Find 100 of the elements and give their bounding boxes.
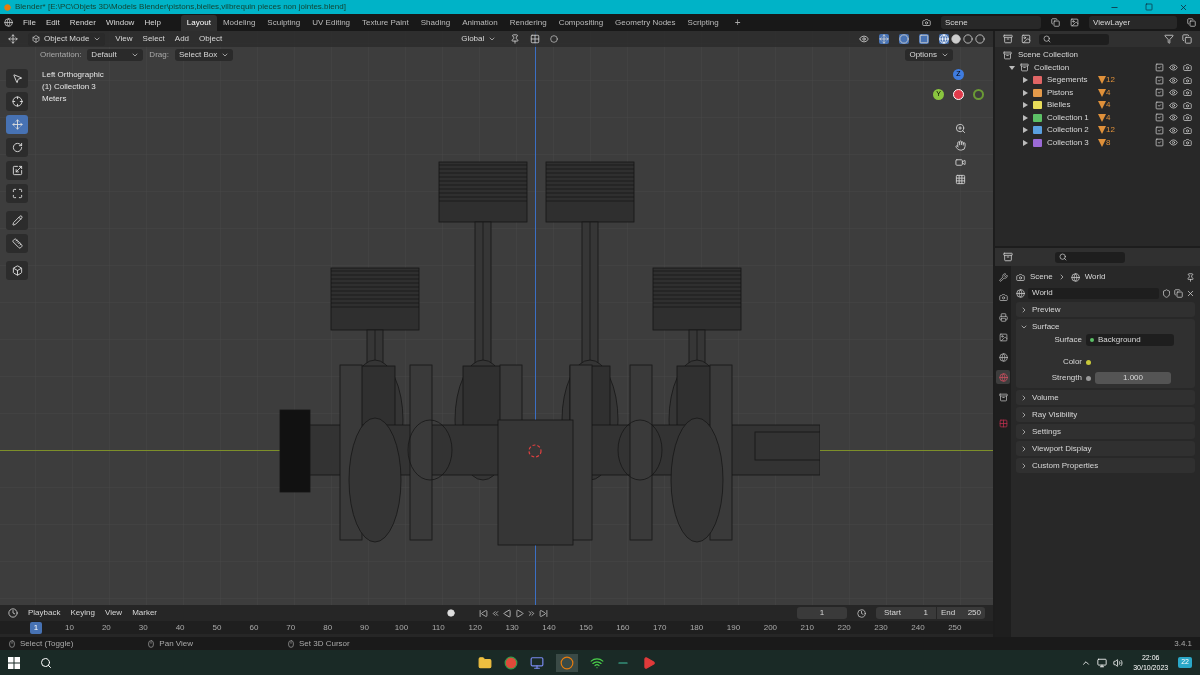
ring-icon[interactable] [559, 655, 574, 670]
panel-header[interactable]: Preview [1016, 302, 1195, 317]
visibility-icon[interactable] [1169, 125, 1178, 135]
outliner-item[interactable]: Collection 3 [1047, 136, 1093, 149]
render-icon[interactable] [1183, 138, 1192, 148]
world-name-field[interactable]: World [1028, 287, 1159, 299]
checkbox-icon[interactable] [1155, 75, 1164, 85]
solid-shading-icon[interactable] [951, 34, 961, 44]
tool-button[interactable] [6, 211, 28, 230]
outliner-item[interactable]: Bielles [1047, 99, 1093, 112]
outliner-item[interactable]: Collection 1 [1047, 111, 1093, 124]
browser-icon[interactable] [503, 655, 518, 670]
properties-tab[interactable] [996, 270, 1010, 284]
jump-end-icon[interactable] [539, 608, 549, 618]
record-icon[interactable] [447, 609, 456, 617]
close-icon[interactable] [1179, 2, 1188, 12]
workspace-tab[interactable]: Layout [180, 14, 217, 31]
visibility-icon[interactable] [1169, 63, 1178, 73]
snap-icon[interactable] [530, 34, 541, 44]
panel-header[interactable]: Volume [1016, 390, 1195, 405]
pin-icon[interactable] [1186, 272, 1195, 282]
current-frame-field[interactable]: 1 [797, 607, 847, 619]
socket-icon[interactable] [1086, 359, 1091, 365]
menu-item[interactable]: Render [69, 16, 96, 29]
checkbox-icon[interactable] [1155, 125, 1164, 135]
render-icon[interactable] [1183, 125, 1192, 135]
outliner-item[interactable]: Collection [1034, 61, 1070, 74]
breadcrumb-item[interactable]: World [1084, 271, 1106, 283]
checkbox-icon[interactable] [1155, 100, 1164, 110]
tool-button[interactable] [6, 69, 28, 88]
properties-tab[interactable] [996, 390, 1010, 404]
strength-field[interactable]: 1.000 [1095, 372, 1171, 384]
filter-icon[interactable] [1164, 34, 1174, 44]
jump-start-icon[interactable] [479, 608, 489, 618]
checkbox-icon[interactable] [1155, 113, 1164, 123]
checkbox-icon[interactable] [1155, 63, 1164, 73]
tool-button[interactable] [6, 161, 28, 180]
tool-button[interactable] [6, 261, 28, 280]
visibility-icon[interactable] [1169, 138, 1178, 148]
expand-arrow-icon[interactable] [1009, 64, 1015, 71]
editor-type-icon[interactable] [1003, 34, 1013, 44]
editor-type-icon[interactable] [8, 34, 18, 44]
panel-header[interactable]: Surface [1016, 319, 1195, 334]
next-keyframe-icon[interactable] [527, 608, 537, 618]
render-icon[interactable] [1183, 100, 1192, 110]
workspace-tab[interactable]: Scripting [681, 14, 725, 31]
tool-button[interactable] [6, 184, 28, 203]
socket-icon[interactable] [1086, 375, 1091, 381]
outliner-item[interactable]: Scene Collection [1018, 49, 1079, 62]
menu-item[interactable]: File [23, 16, 36, 29]
material-shading-icon[interactable] [963, 34, 973, 44]
render-icon[interactable] [1183, 113, 1192, 123]
orientation-dropdown[interactable]: Default [87, 49, 144, 61]
menu-item[interactable]: Select [142, 33, 165, 45]
panel-header[interactable]: Viewport Display [1016, 441, 1195, 456]
overlay-icon[interactable] [899, 34, 909, 44]
workspace-tab[interactable]: Animation [456, 14, 504, 31]
end-frame-field[interactable]: End 250 [937, 607, 985, 619]
render-icon[interactable] [1183, 88, 1192, 98]
play-reverse-icon[interactable] [503, 608, 513, 618]
windows-start-icon[interactable] [8, 656, 20, 669]
stopwatch-icon[interactable] [857, 608, 866, 618]
copy-icon[interactable] [1051, 18, 1060, 27]
workspace-tab[interactable]: Modeling [216, 14, 262, 31]
gizmo-icon[interactable] [879, 34, 889, 44]
start-frame-field[interactable]: Start 1 [876, 607, 936, 619]
camera-icon[interactable] [954, 157, 966, 168]
menu-item[interactable]: Keying [70, 607, 95, 619]
menu-item[interactable]: Object [199, 33, 223, 45]
options-dropdown[interactable]: Options [905, 49, 953, 61]
editor-type-icon[interactable] [8, 608, 18, 618]
panel-header[interactable]: Settings [1016, 424, 1195, 439]
menu-item[interactable]: View [115, 33, 133, 45]
checkbox-icon[interactable] [1155, 88, 1164, 98]
copy-icon[interactable] [1187, 18, 1196, 27]
visibility-icon[interactable] [1169, 113, 1178, 123]
search-field[interactable] [1039, 33, 1109, 45]
drag-dropdown[interactable]: Select Box [174, 49, 234, 61]
visibility-icon[interactable] [1169, 100, 1178, 110]
unlink-icon[interactable] [1186, 288, 1195, 298]
network-icon[interactable] [1097, 657, 1108, 668]
zoom-icon[interactable] [954, 123, 966, 134]
rendered-shading-icon[interactable] [975, 34, 985, 44]
display-mode-icon[interactable] [1021, 34, 1031, 44]
fake-user-icon[interactable] [1162, 288, 1171, 298]
visibility-icon[interactable] [1169, 75, 1178, 85]
shader-dropdown[interactable]: Background [1086, 334, 1174, 346]
menu-item[interactable]: Window [105, 16, 135, 29]
breadcrumb-item[interactable]: Scene [1030, 271, 1053, 283]
negative-y-handle[interactable] [973, 89, 984, 100]
transform-dropdown[interactable]: Global [457, 33, 501, 45]
x-axis-handle[interactable] [953, 89, 964, 100]
view-layer-field[interactable]: ViewLayer [1089, 16, 1177, 29]
menu-item[interactable]: Edit [45, 16, 60, 29]
workspace-tab[interactable]: Rendering [503, 14, 553, 31]
search-field[interactable] [1055, 251, 1125, 263]
outliner-item[interactable]: Segements [1047, 74, 1093, 87]
tool-button[interactable] [6, 234, 28, 253]
outliner-item[interactable]: Pistons [1047, 86, 1093, 99]
pan-icon[interactable] [954, 140, 966, 151]
